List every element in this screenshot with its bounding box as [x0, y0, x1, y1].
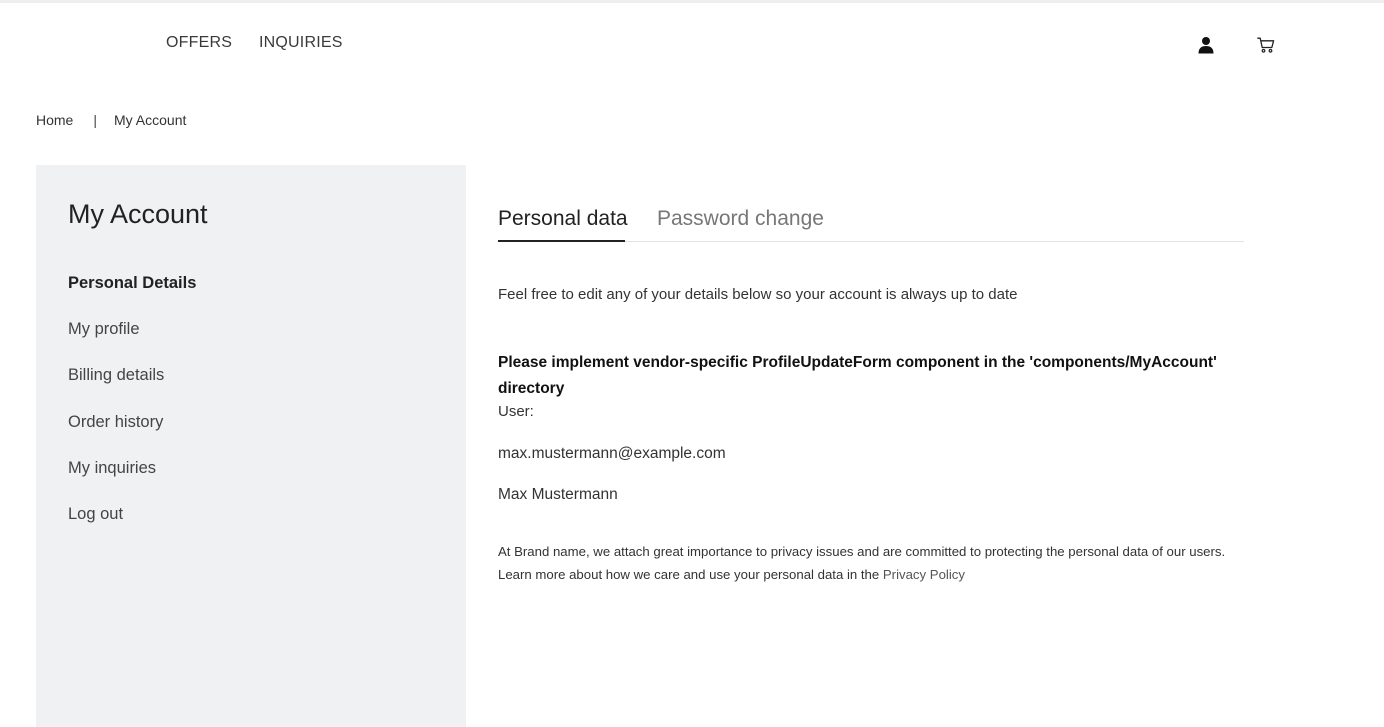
sidebar-item-my-profile[interactable]: My profile	[68, 320, 140, 339]
privacy-text: At Brand name, we attach great importanc…	[498, 544, 1226, 582]
user-label: User:	[498, 403, 534, 420]
sidebar-title: My Account	[68, 199, 208, 229]
top-strip	[0, 0, 1384, 3]
tab-password-change[interactable]: Password change	[657, 207, 824, 231]
user-icon[interactable]	[1198, 36, 1214, 54]
breadcrumb-separator: |	[93, 112, 97, 128]
sidebar-item-order-history[interactable]: Order history	[68, 413, 163, 432]
privacy-policy-link[interactable]: Privacy Policy	[883, 567, 965, 582]
intro-text: Feel free to edit any of your details be…	[498, 286, 1018, 303]
breadcrumb-current: My Account	[114, 112, 187, 128]
nav-offers[interactable]: OFFERS	[166, 34, 232, 52]
sidebar-item-personal-details[interactable]: Personal Details	[68, 274, 196, 293]
account-sidebar: My Account Personal Details My profile B…	[36, 165, 466, 727]
privacy-notice: At Brand name, we attach great importanc…	[498, 540, 1233, 586]
tab-personal-data[interactable]: Personal data	[498, 207, 628, 231]
sidebar-item-log-out[interactable]: Log out	[68, 505, 123, 524]
implementation-notice: Please implement vendor-specific Profile…	[498, 354, 1217, 397]
active-tab-indicator	[498, 240, 625, 242]
user-email: max.mustermann@example.com	[498, 445, 726, 462]
nav-inquiries[interactable]: INQUIRIES	[259, 34, 343, 52]
breadcrumb-home[interactable]: Home	[36, 112, 73, 128]
cart-icon[interactable]	[1257, 37, 1275, 53]
breadcrumb: Home | My Account	[36, 112, 186, 128]
sidebar-item-my-inquiries[interactable]: My inquiries	[68, 459, 156, 478]
user-name: Max Mustermann	[498, 486, 618, 503]
sidebar-item-billing-details[interactable]: Billing details	[68, 366, 164, 385]
